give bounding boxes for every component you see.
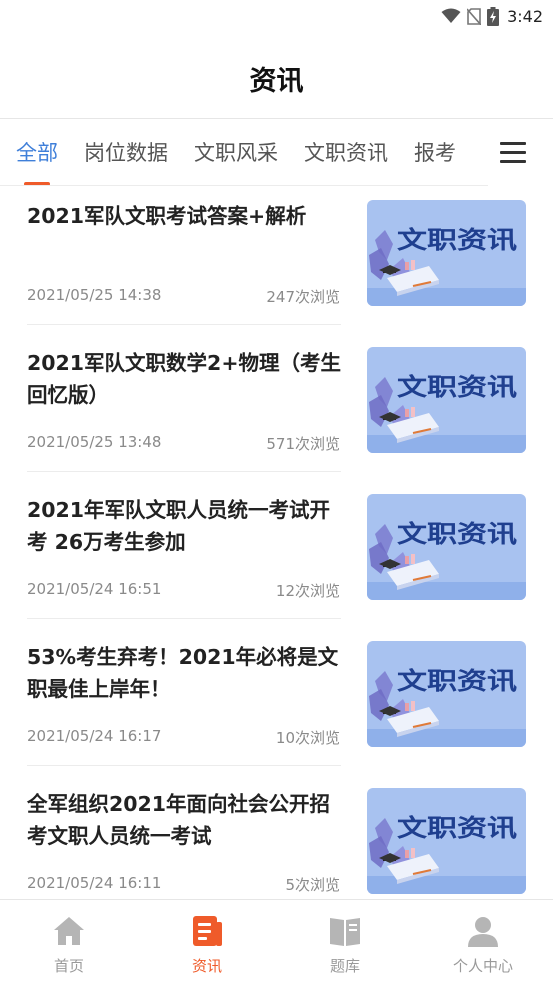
- tab-civilian-style[interactable]: 文职风采: [194, 136, 278, 170]
- news-date: 2021/05/24 16:17: [27, 727, 162, 745]
- app-header: 资讯: [0, 32, 553, 119]
- page-title: 资讯: [249, 66, 304, 97]
- home-icon: [54, 917, 84, 945]
- bottom-nav: 首页 资讯 题库 个人中心: [0, 899, 553, 983]
- nav-label: 资讯: [191, 957, 222, 975]
- status-time: 3:42: [507, 6, 543, 26]
- nav-label: 个人中心: [452, 957, 513, 975]
- news-thumbnail: 文职资讯: [367, 347, 526, 453]
- nav-question-bank[interactable]: 题库: [276, 900, 414, 983]
- tab-civilian-news[interactable]: 文职资讯: [304, 136, 388, 170]
- tab-all[interactable]: 全部: [16, 136, 58, 170]
- status-icons: 3:42: [441, 4, 543, 28]
- item-divider: [27, 471, 341, 472]
- news-title: 2021军队文职考试答案+解析: [27, 204, 307, 228]
- news-list: 2021军队文职考试答案+解析 2021/05/25 14:38 247次浏览 …: [0, 186, 553, 921]
- news-item[interactable]: 2021军队文职考试答案+解析 2021/05/25 14:38 247次浏览 …: [0, 186, 553, 333]
- news-item[interactable]: 2021年军队文职人员统一考试开考 26万考生参加 2021/05/24 16:…: [0, 480, 553, 627]
- nav-label: 首页: [53, 957, 84, 975]
- wifi-icon: [441, 8, 461, 23]
- tab-exam-registration[interactable]: 报考: [414, 136, 456, 170]
- news-thumbnail: 文职资讯: [367, 494, 526, 600]
- news-date: 2021/05/24 16:11: [27, 874, 162, 892]
- news-thumbnail: 文职资讯: [367, 200, 526, 306]
- menu-icon[interactable]: [500, 142, 526, 164]
- no-sim-icon: [467, 7, 482, 25]
- item-divider: [27, 324, 341, 325]
- question-bank-icon: [330, 918, 360, 946]
- tabs-row: 全部 岗位数据 文职风采 文职资讯 报考: [16, 136, 483, 170]
- profile-icon: [468, 917, 498, 947]
- news-date: 2021/05/24 16:51: [27, 580, 162, 598]
- news-title: 2021年军队文职人员统一考试开考 26万考生参加: [27, 498, 331, 554]
- news-item[interactable]: 2021军队文职数学2+物理（考生回忆版） 2021/05/25 13:48 5…: [0, 333, 553, 480]
- category-tab-bar: 全部 岗位数据 文职风采 文职资讯 报考: [0, 120, 553, 186]
- news-view-count: 247次浏览: [266, 288, 340, 306]
- status-bar: 3:42: [0, 0, 553, 32]
- nav-home[interactable]: 首页: [0, 900, 138, 983]
- tab-job-data[interactable]: 岗位数据: [84, 136, 168, 170]
- news-item[interactable]: 53%考生弃考！2021年必将是文职最佳上岸年！ 2021/05/24 16:1…: [0, 627, 553, 774]
- news-view-count: 571次浏览: [266, 435, 340, 453]
- nav-label: 题库: [329, 957, 360, 975]
- thumbnail-text: 文职资讯: [397, 226, 517, 254]
- news-thumbnail: 文职资讯: [367, 788, 526, 894]
- news-date: 2021/05/25 13:48: [27, 433, 162, 451]
- thumbnail-text: 文职资讯: [397, 667, 517, 695]
- thumbnail-text: 文职资讯: [397, 520, 517, 548]
- battery-charging-icon: [487, 6, 500, 26]
- item-divider: [27, 765, 341, 766]
- news-title: 2021军队文职数学2+物理（考生回忆版）: [27, 351, 341, 407]
- nav-profile[interactable]: 个人中心: [414, 900, 552, 983]
- news-date: 2021/05/25 14:38: [27, 286, 162, 304]
- news-view-count: 5次浏览: [285, 876, 340, 894]
- news-thumbnail: 文职资讯: [367, 641, 526, 747]
- news-title: 全军组织2021年面向社会公开招考文职人员统一考试: [27, 792, 331, 848]
- nav-news[interactable]: 资讯: [138, 900, 276, 983]
- item-divider: [27, 618, 341, 619]
- news-title: 53%考生弃考！2021年必将是文职最佳上岸年！: [27, 645, 339, 701]
- news-view-count: 12次浏览: [275, 582, 340, 600]
- thumbnail-text: 文职资讯: [397, 814, 517, 842]
- news-view-count: 10次浏览: [275, 729, 340, 747]
- news-icon: [193, 916, 222, 946]
- thumbnail-text: 文职资讯: [397, 373, 517, 401]
